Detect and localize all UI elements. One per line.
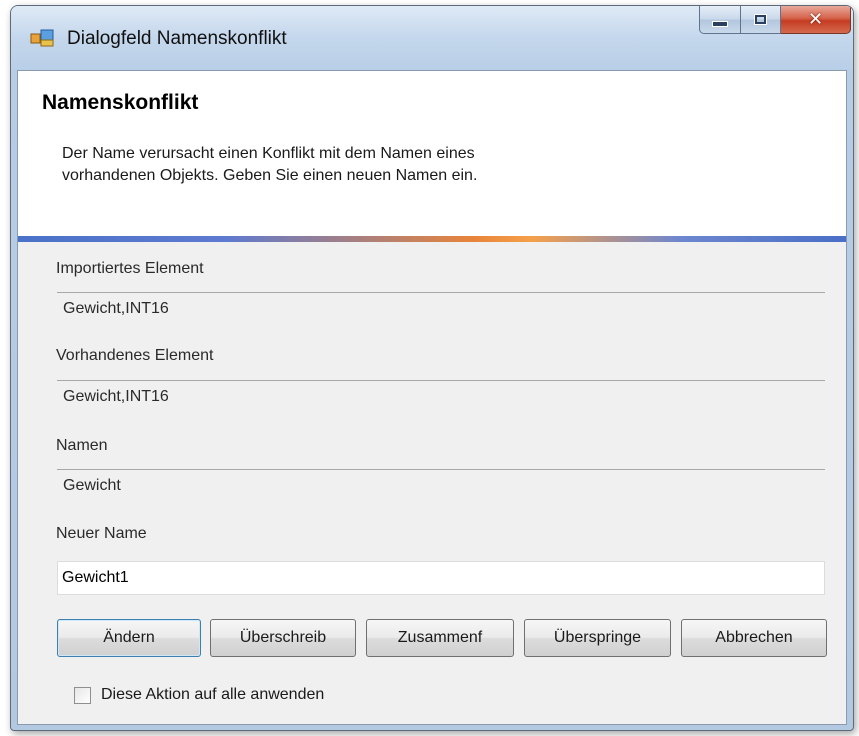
header-description: Der Name verursacht einen Konflikt mit d… [62,143,762,187]
close-button[interactable]: ✕ [781,6,851,34]
header-panel: Namenskonflikt Der Name verursacht einen… [18,71,846,236]
maximize-icon [754,14,767,25]
new-name-input[interactable] [57,561,825,595]
apply-to-all-checkbox[interactable] [74,686,91,704]
app-window-icon [30,29,54,47]
existing-element-label: Vorhandenes Element [56,347,214,364]
description-line-1: Der Name verursacht einen Konflikt mit d… [62,145,475,162]
new-name-label: Neuer Name [56,525,147,542]
title-bar[interactable]: Dialogfeld Namenskonflikt ✕ [11,6,853,70]
merge-button[interactable]: Zusammenf [366,619,514,657]
minimize-icon [712,20,728,27]
names-label: Namen [56,437,108,454]
imported-element-label: Importiertes Element [56,260,204,277]
minimize-button[interactable] [699,6,741,34]
apply-to-all-row[interactable]: Diese Aktion auf alle anwenden [74,683,324,707]
skip-button[interactable]: Überspringe [524,619,671,657]
change-button[interactable]: Ändern [57,619,201,657]
description-line-2: vorhandenen Objekts. Geben Sie einen neu… [62,167,478,184]
close-icon: ✕ [807,9,824,30]
button-row: Ändern Überschreib Zusammenf Überspringe… [57,619,837,657]
existing-element-value: Gewicht,INT16 [57,380,825,412]
maximize-button[interactable] [741,6,781,34]
overwrite-button[interactable]: Überschreib [210,619,356,657]
dialog-window: Dialogfeld Namenskonflikt ✕ Namenskonfli… [10,5,854,731]
header-accent-line [18,236,846,242]
apply-to-all-label[interactable]: Diese Aktion auf alle anwenden [101,686,324,704]
cancel-button[interactable]: Abbrechen [681,619,827,657]
names-value: Gewicht [57,469,825,501]
dialog-client-area: Namenskonflikt Der Name verursacht einen… [17,70,847,725]
caption-buttons: ✕ [699,6,851,36]
header-title: Namenskonflikt [42,91,199,114]
imported-element-value: Gewicht,INT16 [57,292,825,324]
window-title: Dialogfeld Namenskonflikt [67,28,287,49]
